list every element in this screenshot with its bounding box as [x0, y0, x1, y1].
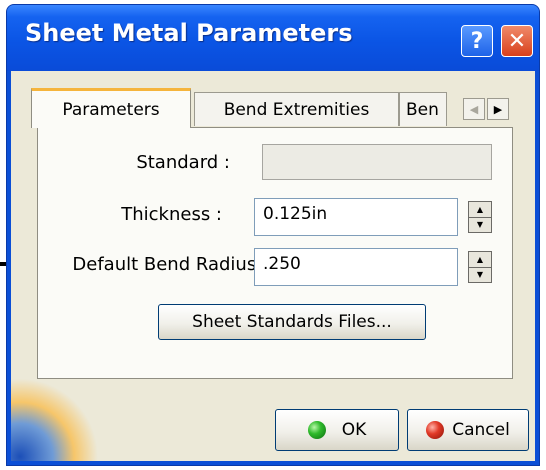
close-button[interactable]: ✕: [501, 25, 533, 57]
dialog-title: Sheet Metal Parameters: [25, 19, 353, 47]
question-mark-icon: ?: [470, 28, 484, 54]
tab-bend-allowance-truncated[interactable]: Ben: [399, 92, 447, 126]
cancel-button[interactable]: Cancel: [407, 409, 529, 451]
standard-field: [262, 144, 492, 180]
tab-strip: Parameters Bend Extremities Ben ◀ ▶: [31, 88, 511, 128]
chevron-right-icon: ▶: [493, 102, 503, 116]
dialog-body: Parameters Bend Extremities Ben ◀ ▶ Stan…: [11, 71, 535, 461]
sheet-metal-parameters-dialog: Sheet Metal Parameters ? ✕ Parameters Be…: [6, 4, 540, 466]
tab-label: Ben: [406, 99, 439, 120]
tab-label: Bend Extremities: [223, 99, 370, 120]
close-icon: ✕: [507, 28, 527, 54]
spin-down-button[interactable]: ▼: [469, 217, 491, 232]
arrow-up-icon: ▲: [476, 205, 484, 214]
arrow-down-icon: ▼: [476, 220, 484, 229]
cancel-label: Cancel: [452, 420, 510, 440]
green-dot-icon: [307, 421, 326, 439]
thickness-spinner[interactable]: ▲ ▼: [468, 201, 492, 233]
help-button[interactable]: ?: [461, 25, 493, 57]
spin-up-button[interactable]: ▲: [469, 202, 491, 218]
default-bend-radius-label: Default Bend Radius :: [72, 254, 268, 275]
tab-bend-extremities[interactable]: Bend Extremities: [194, 92, 399, 126]
sheet-standards-files-button[interactable]: Sheet Standards Files...: [158, 304, 426, 340]
chevron-left-icon: ◀: [469, 102, 479, 116]
thickness-input[interactable]: 0.125in: [254, 198, 458, 236]
thickness-label: Thickness :: [121, 204, 222, 225]
parameters-panel: Standard : Thickness : 0.125in ▲ ▼ Defau…: [37, 127, 513, 379]
tab-parameters[interactable]: Parameters: [31, 88, 191, 128]
title-bar[interactable]: Sheet Metal Parameters ? ✕: [7, 5, 539, 71]
tab-scroll-right-button[interactable]: ▶: [487, 98, 509, 120]
red-dot-icon: [426, 421, 445, 439]
standard-label: Standard :: [136, 152, 230, 173]
bend-radius-spinner[interactable]: ▲ ▼: [468, 251, 492, 283]
arrow-up-icon: ▲: [476, 255, 484, 264]
button-label: Sheet Standards Files...: [192, 312, 392, 332]
spin-down-button[interactable]: ▼: [469, 267, 491, 282]
spin-up-button[interactable]: ▲: [469, 252, 491, 268]
default-bend-radius-input[interactable]: .250: [254, 248, 458, 286]
ok-label: OK: [341, 420, 367, 440]
arrow-down-icon: ▼: [476, 270, 484, 279]
ok-button[interactable]: OK: [275, 409, 399, 451]
tab-label: Parameters: [62, 99, 160, 120]
tab-scroll-left-button[interactable]: ◀: [463, 98, 485, 120]
corner-swoosh-decoration: [11, 371, 101, 461]
